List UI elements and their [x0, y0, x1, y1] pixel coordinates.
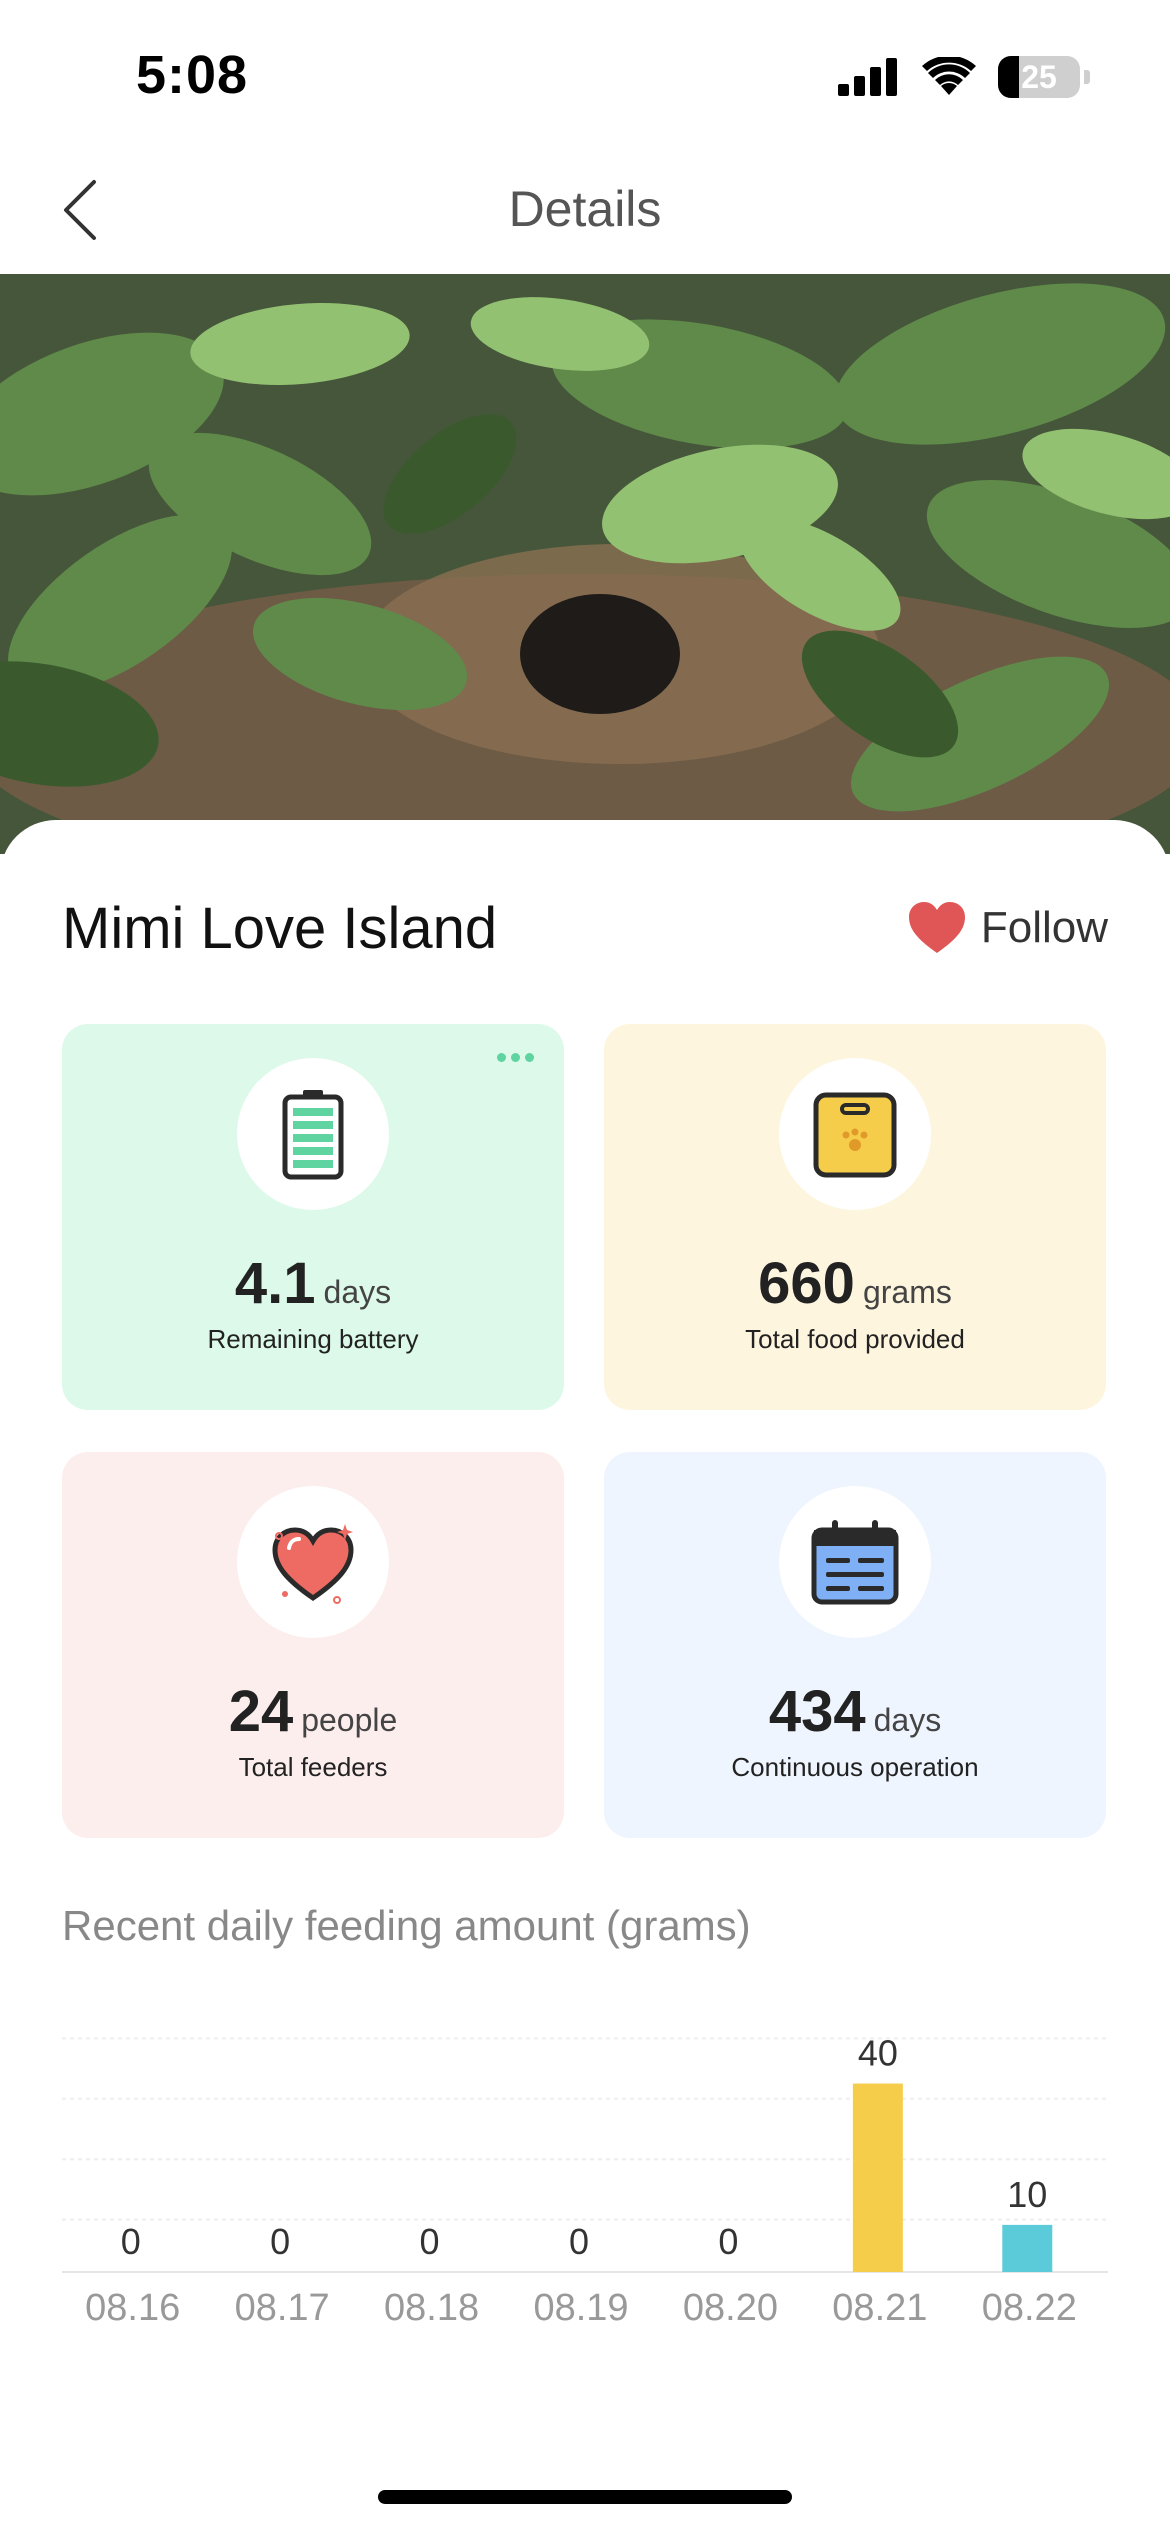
calendar-icon-circle	[779, 1486, 931, 1638]
status-bar: 5:08 25	[0, 0, 1170, 150]
heart-icon	[272, 1524, 354, 1604]
chart-x-tick-label: 08.19	[533, 2287, 628, 2329]
status-icons: 25	[838, 52, 1090, 102]
chart-data-label: 0	[718, 2221, 738, 2262]
chart-data-label: 0	[569, 2221, 589, 2262]
chart-data-label: 0	[420, 2221, 440, 2262]
food-icon-circle	[779, 1058, 931, 1210]
more-dot-icon	[496, 1052, 506, 1062]
food-bag-icon	[813, 1092, 897, 1178]
stat-label: Total feeders	[238, 1752, 388, 1782]
stat-label: Total food provided	[745, 1324, 965, 1354]
stat-value: 434	[768, 1679, 866, 1744]
feeding-bar-chart: 0 08.16 0 08.17 0 08.18 0 08.19 0 08.20 40 08.21 10 0…	[62, 2033, 1108, 2329]
calendar-icon	[811, 1520, 899, 1605]
battery-level: 25	[1021, 59, 1057, 95]
chart-data-label: 0	[121, 2221, 141, 2262]
stat-value-row: 660 grams	[604, 1250, 1106, 1317]
food-card[interactable]: 660 grams Total food provided	[604, 1024, 1106, 1410]
heart-icon	[908, 902, 965, 953]
status-time: 5:08	[136, 45, 249, 105]
stat-unit: people	[301, 1702, 398, 1738]
location-photo	[0, 274, 1170, 854]
chart-data-label: 40	[858, 2033, 898, 2074]
foliage-photo	[0, 274, 1170, 854]
chart-x-tick-label: 08.18	[384, 2287, 479, 2329]
operation-card[interactable]: 434 days Continuous operation	[604, 1452, 1106, 1838]
feeders-card[interactable]: 24 people Total feeders	[62, 1452, 564, 1838]
follow-label: Follow	[980, 903, 1108, 952]
content-sheet: Mimi Love Island Follow 4.1 days Remaini…	[0, 820, 1170, 2532]
chart-title: Recent daily feeding amount (grams)	[62, 1902, 751, 1949]
chart-bar[interactable]	[1002, 2224, 1053, 2272]
stat-value: 660	[758, 1251, 855, 1316]
chart-x-tick-label: 08.20	[683, 2287, 778, 2329]
stat-label: Continuous operation	[731, 1752, 979, 1782]
stat-unit: days	[873, 1702, 942, 1738]
cellular-signal-icon	[838, 58, 897, 96]
battery-icon-circle	[237, 1058, 389, 1210]
chart-data-label: 0	[270, 2221, 290, 2262]
heart-icon-circle	[237, 1486, 389, 1638]
stat-unit: days	[323, 1274, 392, 1310]
chart-x-tick-label: 08.22	[982, 2287, 1077, 2329]
more-dot-icon	[510, 1052, 520, 1062]
chart-x-tick-label: 08.17	[235, 2287, 330, 2329]
location-name: Mimi Love Island	[62, 895, 498, 961]
stat-unit: grams	[862, 1274, 952, 1310]
navigation-bar: Details	[0, 150, 1170, 274]
chart-data-label: 10	[1007, 2174, 1047, 2215]
wifi-icon	[922, 57, 976, 95]
chart-x-tick-label: 08.16	[85, 2287, 180, 2329]
battery-icon	[282, 1090, 344, 1180]
page-title: Details	[508, 181, 662, 237]
chart-bar[interactable]	[852, 2083, 903, 2272]
stat-value-row: 24 people	[62, 1678, 564, 1745]
more-options-button[interactable]	[490, 1042, 540, 1072]
stat-label: Remaining battery	[207, 1324, 419, 1354]
stat-value: 24	[228, 1679, 294, 1744]
chart-x-tick-label: 08.21	[832, 2287, 927, 2329]
battery-card[interactable]: 4.1 days Remaining battery	[62, 1024, 564, 1410]
stat-value-row: 434 days	[604, 1678, 1106, 1745]
battery-cap	[1084, 70, 1090, 84]
battery-indicator: 25	[998, 56, 1080, 98]
home-indicator[interactable]	[378, 2490, 792, 2504]
stat-value: 4.1	[234, 1251, 316, 1316]
title-row: Mimi Love Island Follow	[62, 890, 1108, 966]
stat-value-row: 4.1 days	[62, 1250, 564, 1317]
more-dot-icon	[524, 1052, 534, 1062]
follow-button[interactable]: Follow	[907, 901, 1108, 955]
